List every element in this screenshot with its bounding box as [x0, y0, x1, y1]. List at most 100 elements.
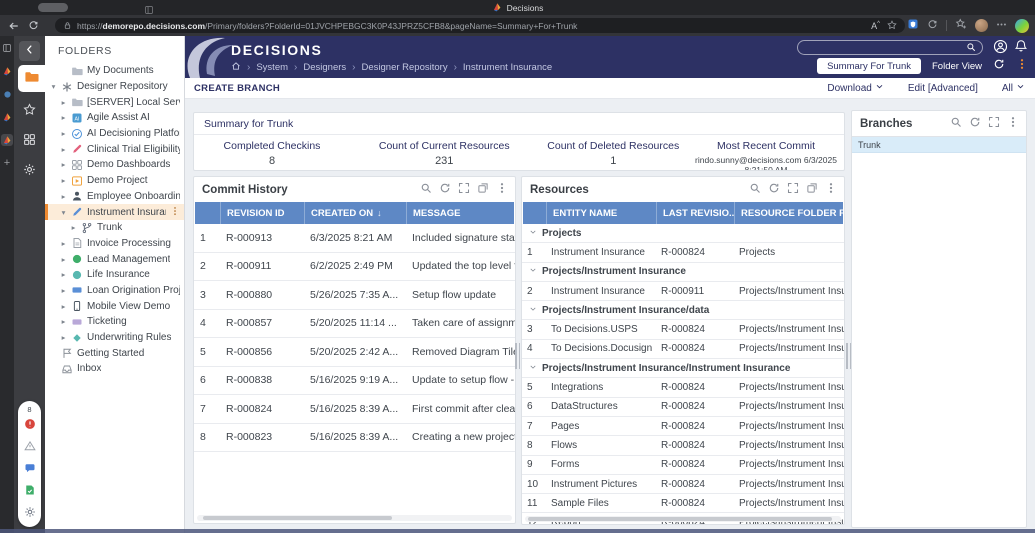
folder-tree-item-designer-repository[interactable]: ▾Designer Repository — [45, 79, 184, 95]
popout-icon[interactable] — [806, 181, 818, 199]
collections-star-icon[interactable] — [955, 17, 967, 35]
chevron-collapsed-icon[interactable]: ▸ — [60, 113, 67, 122]
folder-tree-item-employee-onboarding[interactable]: ▸Employee Onboarding — [45, 189, 184, 205]
vertical-tabs-toggle-icon[interactable] — [1, 42, 13, 54]
resource-row-pages[interactable]: 7PagesR-000824Projects/Instrument Insura… — [522, 417, 844, 436]
resource-row-instrument-pictures[interactable]: 10Instrument PicturesR-000824Projects/In… — [522, 475, 844, 494]
folder-tree-item-lead-management[interactable]: ▸Lead Management — [45, 251, 184, 267]
resource-row-forms[interactable]: 9FormsR-000824Projects/Instrument Insura… — [522, 456, 844, 475]
warning-icon[interactable] — [24, 439, 36, 457]
commit-hscrollbar[interactable] — [197, 515, 512, 521]
col-resource-folder-path[interactable]: RESOURCE FOLDER PATH↑ — [735, 202, 843, 224]
chevron-collapsed-icon[interactable]: ▸ — [60, 129, 67, 138]
commit-row-r-000911[interactable]: 2R-0009116/2/2025 2:49 PMUpdated the top… — [194, 253, 515, 282]
resource-row-sample-files[interactable]: 11Sample FilesR-000824Projects/Instrumen… — [522, 494, 844, 513]
resource-row-flows[interactable]: 8FlowsR-000824Projects/Instrument Insura… — [522, 436, 844, 455]
folder-tree-item-mobile-view-demo[interactable]: ▸Mobile View Demo — [45, 298, 184, 314]
kebab-icon[interactable] — [825, 181, 837, 199]
folder-tree-item-invoice-processing[interactable]: ▸Invoice Processing — [45, 236, 184, 252]
commit-row-r-000880[interactable]: 3R-0008805/26/2025 7:35 A...Setup flow u… — [194, 281, 515, 310]
rail-favorites-tab[interactable] — [19, 102, 40, 122]
refresh-icon[interactable] — [768, 181, 780, 199]
page-kebab-icon[interactable] — [1016, 57, 1028, 75]
edit-advanced-button[interactable]: Edit [Advanced] — [908, 83, 978, 94]
folder-tree-item-demo-project[interactable]: ▸Demo Project — [45, 173, 184, 189]
chevron-collapsed-icon[interactable]: ▸ — [60, 239, 67, 248]
folder-tree-item-agile-assist-ai[interactable]: ▸AIAgile Assist AI — [45, 110, 184, 126]
expand-icon[interactable] — [458, 181, 470, 199]
browser-profile-icon[interactable] — [1015, 19, 1029, 33]
new-tab-button[interactable]: + — [1, 157, 13, 169]
folder-tree-item-loan-origination-project[interactable]: ▸Loan Origination Project — [45, 283, 184, 299]
folder-tree-item-instrument-insurance[interactable]: ▾Instrument Insurance — [45, 204, 184, 220]
create-branch-button[interactable]: CREATE BRANCH — [194, 83, 280, 94]
chevron-collapsed-icon[interactable]: ▸ — [60, 160, 67, 169]
folder-tree-item-getting-started[interactable]: Getting Started — [45, 345, 184, 361]
kebab-icon[interactable] — [170, 203, 180, 221]
resource-group-projects-instrument-insurance-instrument-insurance[interactable]: Projects/Instrument Insurance/Instrument… — [522, 359, 844, 378]
folder-tree-item-trunk[interactable]: ▸Trunk — [45, 220, 184, 236]
refresh-icon[interactable] — [439, 181, 451, 199]
resource-row-to-decisions-usps[interactable]: 3To Decisions.USPSR-000824Projects/Instr… — [522, 320, 844, 339]
commit-row-r-000823[interactable]: 8R-0008235/16/2025 8:39 A...Creating a n… — [194, 424, 515, 453]
branch-item-trunk[interactable]: Trunk — [852, 137, 1026, 153]
chevron-collapsed-icon[interactable]: ▸ — [60, 98, 67, 107]
doc-check-icon[interactable] — [24, 483, 36, 501]
col-row-number[interactable] — [523, 202, 547, 224]
col-message[interactable]: MESSAGE — [407, 202, 514, 224]
back-button[interactable] — [8, 20, 20, 32]
home-icon[interactable] — [231, 61, 241, 74]
col-last-revision[interactable]: LAST REVISIO... — [657, 202, 735, 224]
folder-tree-item-demo-dashboards[interactable]: ▸Demo Dashboards — [45, 157, 184, 173]
col-created-on[interactable]: CREATED ON↓ — [305, 202, 407, 224]
chevron-collapsed-icon[interactable]: ▸ — [60, 317, 67, 326]
panel-splitter[interactable] — [846, 343, 851, 369]
browser-tab-favicon-active[interactable] — [1, 134, 13, 146]
settings-gear-icon[interactable] — [24, 505, 36, 523]
breadcrumb-item-instrument-insurance[interactable]: Instrument Insurance — [463, 62, 552, 73]
folder-tree-item-ai-decisioning-platform-d[interactable]: ▸AI Decisioning Platform D... — [45, 126, 184, 142]
chevron-collapsed-icon[interactable]: ▸ — [70, 223, 77, 232]
chevron-collapsed-icon[interactable]: ▸ — [60, 333, 67, 342]
panel-splitter[interactable] — [515, 343, 520, 369]
url-bar[interactable]: https://demorepo.decisions.com/Primary/f… — [55, 18, 905, 33]
kebab-icon[interactable] — [496, 181, 508, 199]
chevron-collapsed-icon[interactable]: ▸ — [60, 270, 67, 279]
browser-tab-favicon-1[interactable] — [1, 65, 13, 77]
chevron-collapsed-icon[interactable]: ▸ — [60, 255, 67, 264]
col-row-number[interactable] — [195, 202, 221, 224]
scrollbar-thumb[interactable] — [203, 516, 392, 520]
avatar[interactable] — [975, 19, 988, 32]
folder-tree-item-clinical-trial-eligibility[interactable]: ▸Clinical Trial Eligibility — [45, 141, 184, 157]
expand-icon[interactable] — [787, 181, 799, 199]
commit-row-r-000857[interactable]: 4R-0008575/20/2025 11:14 ...Taken care o… — [194, 310, 515, 339]
notifications-bell-icon[interactable] — [1014, 39, 1028, 58]
sync-icon[interactable] — [927, 17, 938, 35]
resource-row-integrations[interactable]: 5IntegrationsR-000824Projects/Instrument… — [522, 378, 844, 397]
folder-tree-item-inbox[interactable]: Inbox — [45, 361, 184, 377]
browser-tab[interactable]: Decisions — [0, 0, 1035, 15]
chevron-collapsed-icon[interactable]: ▸ — [60, 286, 67, 295]
col-entity-name[interactable]: ENTITY NAME — [547, 202, 657, 224]
commit-row-r-000856[interactable]: 5R-0008565/20/2025 2:42 A...Removed Diag… — [194, 338, 515, 367]
chevron-collapsed-icon[interactable]: ▸ — [60, 192, 67, 201]
browser-tab-favicon-3[interactable] — [1, 111, 13, 123]
search-icon[interactable] — [950, 115, 962, 133]
global-search[interactable] — [797, 40, 983, 55]
browser-tab-favicon-2[interactable] — [1, 88, 13, 100]
col-revision-id[interactable]: REVISION ID — [221, 202, 305, 224]
resources-hscrollbar[interactable] — [525, 516, 841, 522]
folder-tree-item-underwriting-rules[interactable]: ▸Underwriting Rules — [45, 330, 184, 346]
resource-row-instrument-insurance[interactable]: 1Instrument InsuranceR-000824Projects — [522, 243, 844, 262]
tab-summary-for-trunk[interactable]: Summary For Trunk — [817, 58, 921, 74]
download-dropdown[interactable]: Download — [827, 82, 883, 94]
rail-settings-tab[interactable] — [19, 162, 40, 182]
breadcrumb-item-designer-repository[interactable]: Designer Repository — [362, 62, 448, 73]
commit-row-r-000824[interactable]: 7R-0008245/16/2025 8:39 A...First commit… — [194, 395, 515, 424]
folder-tree-item-life-insurance[interactable]: ▸Life Insurance — [45, 267, 184, 283]
scrollbar-thumb[interactable] — [528, 517, 831, 521]
account-icon[interactable] — [993, 39, 1008, 59]
chat-icon[interactable] — [24, 461, 36, 479]
refresh-icon[interactable] — [969, 115, 981, 133]
chevron-collapsed-icon[interactable]: ▸ — [60, 302, 67, 311]
